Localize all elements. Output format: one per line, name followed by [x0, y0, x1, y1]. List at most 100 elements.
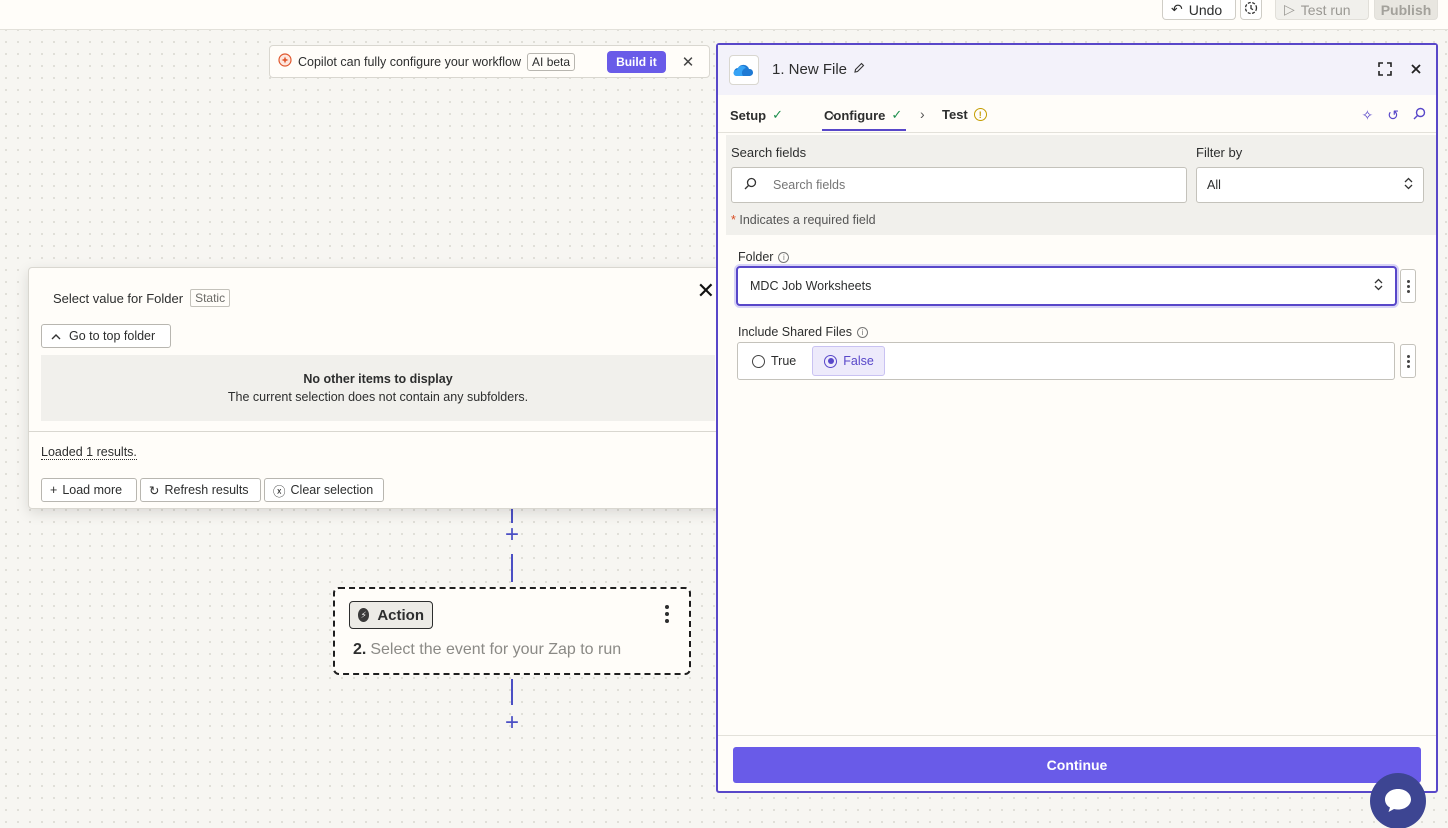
refresh-results-label: Refresh results — [164, 483, 249, 497]
pencil-icon[interactable] — [853, 61, 865, 78]
action-tag: ⚡ Action — [349, 601, 433, 629]
test-run-button[interactable]: ▷ Test run — [1275, 0, 1369, 20]
expand-icon[interactable] — [1378, 62, 1392, 79]
active-tab-indicator — [822, 129, 906, 131]
folder-field-menu-icon[interactable] — [1400, 269, 1416, 303]
panel-header-actions — [1378, 62, 1422, 79]
action-tag-label: Action — [377, 606, 424, 624]
radio-true-label: True — [771, 354, 797, 368]
load-more-label: Load more — [62, 483, 123, 497]
folder-select[interactable]: MDC Job Worksheets — [736, 266, 1397, 306]
empty-state-subtitle: The current selection does not contain a… — [227, 390, 529, 404]
panel-title-text: 1. New File — [772, 61, 848, 78]
clear-circle-icon: ⓧ — [273, 484, 286, 499]
connector-line — [511, 679, 513, 705]
panel-title: 1. New File — [772, 61, 865, 78]
folder-picker-popup: Select value for Folder Static ✕ Go to t… — [28, 267, 728, 509]
check-icon: ✓ — [772, 107, 784, 122]
go-to-top-folder-label: Go to top folder — [69, 329, 156, 343]
required-note-text: Indicates a required field — [739, 213, 876, 227]
info-icon[interactable]: i — [778, 251, 790, 263]
step-editor-panel: 1. New File Setup ✓ › Configure ✓ › Test — [716, 43, 1438, 793]
field-search-area: Search fields Filter by All * Indicates … — [726, 135, 1436, 235]
version-history-button[interactable] — [1240, 0, 1262, 20]
search-fields-input[interactable] — [773, 178, 1153, 192]
ai-beta-badge: AI beta — [527, 52, 576, 71]
add-step-button[interactable]: + — [502, 711, 522, 735]
radio-false-label: False — [843, 354, 874, 368]
load-more-button[interactable]: + Load more — [41, 478, 137, 502]
continue-button[interactable]: Continue — [733, 747, 1421, 783]
loaded-results-text: Loaded 1 results. — [41, 445, 137, 460]
warning-icon: ! — [973, 108, 987, 121]
bolt-icon: ⚡ — [358, 608, 370, 622]
action-step-card[interactable]: ⚡ Action 2. Select the event for your Zap… — [333, 587, 691, 675]
radio-selected-icon — [824, 354, 838, 368]
add-step-button[interactable]: + — [502, 523, 522, 547]
required-note: * Indicates a required field — [731, 213, 876, 227]
action-step-text: 2. Select the event for your Zap to run — [353, 641, 621, 659]
shared-files-radio-group: True False — [737, 342, 1395, 380]
publish-button[interactable]: Publish — [1374, 0, 1438, 20]
refresh-icon[interactable]: ↺ — [1387, 107, 1399, 124]
tab-test-label: Test — [942, 107, 968, 122]
plus-icon: + — [50, 483, 58, 497]
shared-files-label-text: Include Shared Files — [738, 325, 852, 339]
undo-label: Undo — [1188, 1, 1223, 18]
copilot-icon — [278, 53, 292, 70]
panel-header: 1. New File — [718, 45, 1436, 95]
copilot-close-icon[interactable]: ✕ — [682, 53, 695, 71]
search-icon[interactable] — [1413, 107, 1426, 124]
filter-by-label: Filter by — [1196, 145, 1243, 160]
chat-bubble-icon — [1383, 786, 1413, 817]
chevron-up-down-icon — [1404, 177, 1413, 193]
tab-test[interactable]: Test ! — [942, 107, 987, 122]
undo-button[interactable]: ↶ Undo — [1162, 0, 1236, 20]
folder-value: MDC Job Worksheets — [750, 279, 872, 293]
info-icon[interactable]: i — [856, 326, 868, 338]
step-menu-icon[interactable] — [665, 605, 669, 626]
chevron-up-icon — [51, 329, 61, 343]
refresh-results-button[interactable]: ↻ Refresh results — [140, 478, 261, 502]
chat-support-button[interactable] — [1370, 773, 1426, 828]
build-it-button[interactable]: Build it — [607, 50, 666, 73]
step-number: 2. — [353, 641, 367, 658]
folder-label: Folder i — [738, 250, 790, 264]
search-fields-box — [731, 167, 1187, 203]
go-to-top-folder-button[interactable]: Go to top folder — [41, 324, 171, 348]
empty-state-title: No other items to display — [303, 372, 453, 386]
radio-false[interactable]: False — [812, 346, 885, 376]
history-icon — [1244, 1, 1258, 18]
radio-true[interactable]: True — [741, 346, 806, 376]
search-fields-label: Search fields — [731, 145, 807, 160]
copilot-banner: Copilot can fully configure your workflo… — [269, 45, 710, 78]
step-tabs: Setup ✓ › Configure ✓ › Test ! ✧ ↺ — [718, 95, 1436, 133]
refresh-icon: ↻ — [149, 483, 160, 498]
publish-label: Publish — [1380, 1, 1432, 18]
copilot-text: Copilot can fully configure your workflo… — [298, 54, 522, 69]
static-badge: Static — [190, 289, 231, 307]
connector-line — [511, 554, 513, 582]
undo-icon: ↶ — [1171, 1, 1183, 17]
search-icon — [744, 177, 757, 193]
required-star: * — [731, 213, 736, 227]
play-icon: ▷ — [1284, 1, 1295, 17]
popup-title: Select value for Folder Static — [53, 289, 231, 307]
tab-configure[interactable]: Configure ✓ — [824, 107, 902, 123]
onedrive-icon — [729, 55, 759, 85]
filter-by-select[interactable]: All — [1196, 167, 1424, 203]
filter-by-value: All — [1207, 178, 1221, 192]
clear-selection-button[interactable]: ⓧ Clear selection — [264, 478, 384, 502]
radio-circle-icon — [752, 354, 765, 368]
sparkle-icon[interactable]: ✧ — [1362, 107, 1374, 124]
shared-files-label: Include Shared Files i — [738, 325, 868, 339]
tab-setup[interactable]: Setup ✓ — [730, 107, 783, 123]
tab-configure-label: Configure — [824, 107, 886, 123]
close-icon[interactable] — [1410, 62, 1422, 79]
clear-selection-label: Clear selection — [290, 483, 374, 497]
popup-close-icon[interactable]: ✕ — [697, 278, 715, 304]
test-run-label: Test run — [1300, 1, 1351, 18]
shared-files-field-menu-icon[interactable] — [1400, 344, 1416, 378]
tab-setup-label: Setup — [730, 107, 767, 123]
top-bar: ↶ Undo ▷ Test run Publish — [0, 0, 1448, 30]
